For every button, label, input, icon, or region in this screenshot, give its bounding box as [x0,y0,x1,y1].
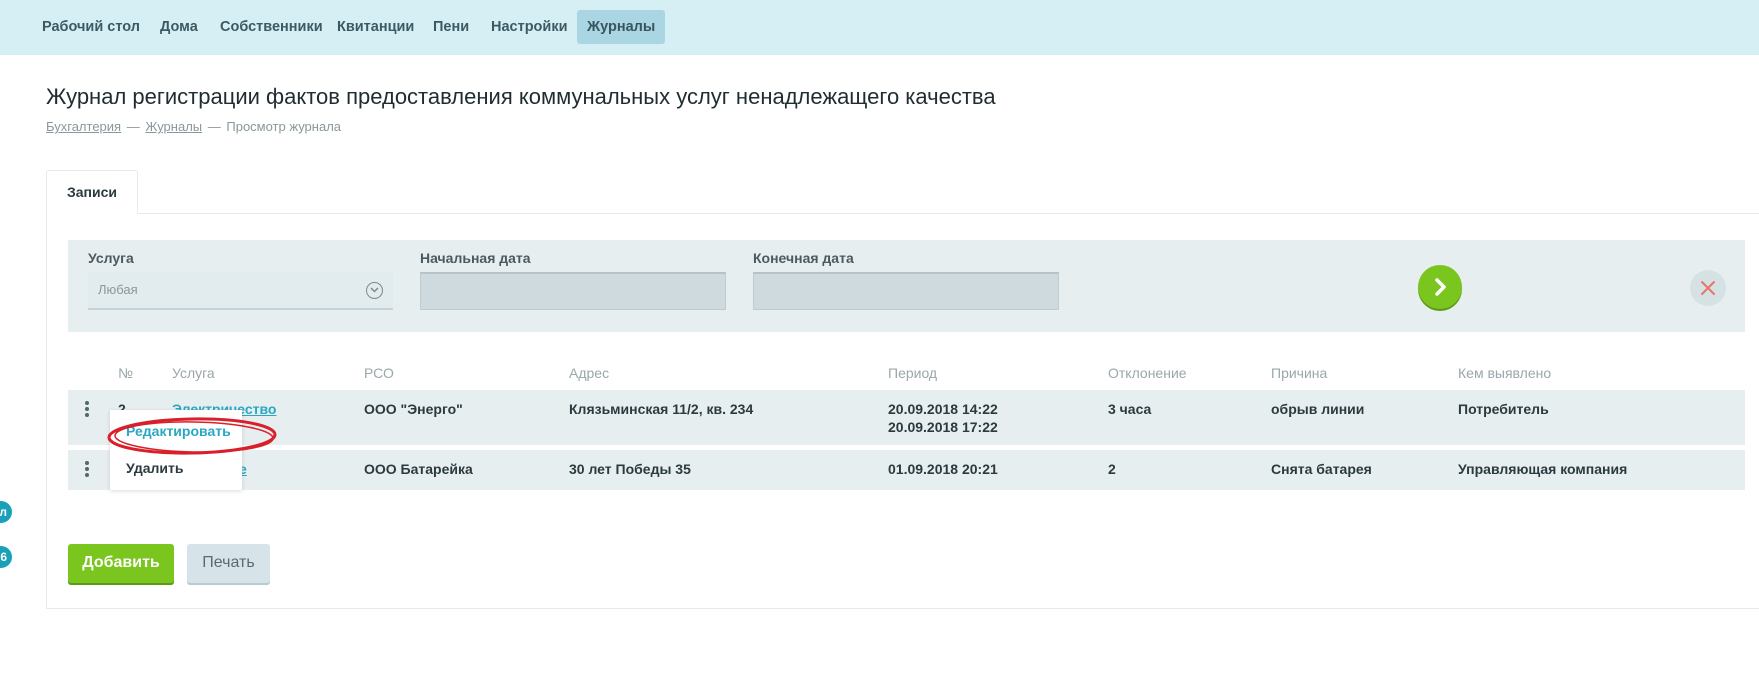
chevron-right-icon [1435,278,1446,296]
nav-item-houses[interactable]: Дома [150,10,208,44]
breadcrumb-link-accounting[interactable]: Бухгалтерия [46,119,121,134]
start-date-label: Начальная дата [420,250,531,266]
row-period-start: 20.09.2018 14:22 [888,401,998,417]
breadcrumb-link-journals[interactable]: Журналы [145,119,202,134]
column-header-address: Адрес [569,365,610,381]
filter-bar: Услуга Любая Начальная дата Конечная дат… [68,240,1745,332]
breadcrumb: Бухгалтерия — Журналы — Просмотр журнала [46,119,341,134]
reset-filter-button[interactable] [1690,270,1726,306]
row-period-end: 20.09.2018 17:22 [888,419,998,435]
kebab-icon[interactable] [84,401,90,419]
column-header-period: Период [888,365,938,381]
column-header-detected-by: Кем выявлено [1458,365,1552,381]
chevron-down-icon [366,282,383,299]
row-deviation: 2 [1108,461,1116,477]
row-rso: ООО Батарейка [364,461,473,477]
row-period-start: 01.09.2018 20:21 [888,461,998,477]
service-filter-label: Услуга [88,250,134,266]
row-address: 30 лет Победы 35 [569,461,691,477]
breadcrumb-separator: — [207,119,221,134]
service-select-value: Любая [98,282,138,297]
apply-filter-button[interactable] [1418,265,1462,309]
column-header-number: № [118,365,134,381]
nav-item-journals[interactable]: Журналы [577,10,666,44]
kebab-icon[interactable] [84,461,90,479]
close-icon [1701,281,1715,295]
top-navigation: Рабочий стол Дома Собственники Квитанции… [0,0,1759,55]
row-detected-by: Управляющая компания [1458,461,1628,477]
nav-item-receipts[interactable]: Квитанции [327,10,424,44]
tab-records[interactable]: Записи [46,170,138,214]
start-date-input[interactable] [420,272,726,310]
print-button[interactable]: Печать [187,544,270,583]
end-date-label: Конечная дата [753,250,854,266]
row-address: Клязьминская 11/2, кв. 234 [569,401,754,417]
column-header-service: Услуга [172,365,215,381]
column-header-reason: Причина [1271,365,1328,381]
row-reason: Снята батарея [1271,461,1372,477]
edge-badge[interactable]: 6 [0,546,12,568]
nav-item-owners[interactable]: Собственники [210,10,333,44]
page-title: Журнал регистрации фактов предоставления… [46,84,996,109]
add-button[interactable]: Добавить [68,544,174,583]
row-reason: обрыв линии [1271,401,1365,417]
column-header-rso: РСО [364,365,394,381]
row-rso: ООО "Энерго" [364,401,463,417]
table-row: е ООО Батарейка 30 лет Победы 35 01.09.2… [68,450,1745,490]
nav-item-penalties[interactable]: Пени [423,10,479,44]
service-select[interactable]: Любая [88,272,393,310]
edge-badge[interactable]: л [0,501,12,523]
menu-item-delete[interactable]: Удалить [126,460,183,476]
annotation-circle [107,417,277,455]
table-row: 2 Электричество ООО "Энерго" Клязьминска… [68,390,1745,445]
row-deviation: 3 часа [1108,401,1152,417]
nav-item-settings[interactable]: Настройки [481,10,578,44]
row-detected-by: Потребитель [1458,401,1549,417]
nav-item-dashboard[interactable]: Рабочий стол [32,10,150,44]
column-header-deviation: Отклонение [1108,365,1187,381]
breadcrumb-current: Просмотр журнала [226,119,342,134]
end-date-input[interactable] [753,272,1059,310]
breadcrumb-separator: — [126,119,140,134]
